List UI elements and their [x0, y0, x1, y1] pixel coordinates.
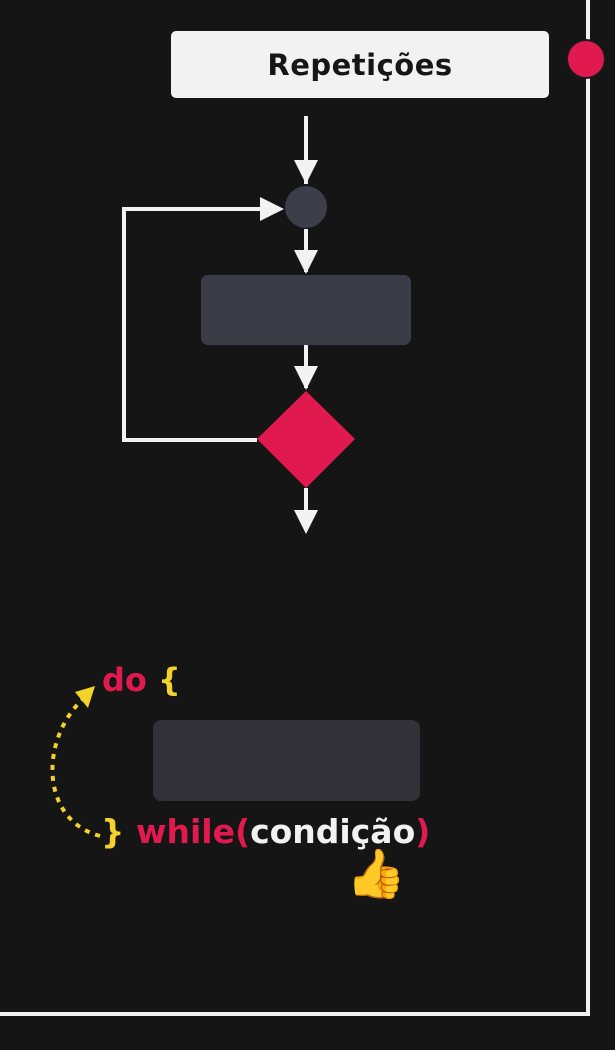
flowchart: [50, 116, 411, 838]
open-brace: {: [158, 661, 181, 699]
entry-arrow-head: [294, 160, 318, 184]
thumbs-up-icon: 👍: [346, 846, 406, 902]
dotted-loop-arrow-head: [75, 686, 95, 708]
do-line: do {: [102, 661, 181, 699]
do-keyword: do: [102, 661, 147, 699]
while-keyword: while: [136, 812, 235, 851]
exit-arrow-head: [294, 510, 318, 534]
decision-diamond: [257, 391, 355, 488]
arrow-to-decision-head: [294, 366, 318, 390]
loop-body-block: [153, 720, 420, 801]
process-block: [201, 275, 411, 345]
open-paren: (: [234, 812, 251, 851]
close-paren: ): [415, 812, 431, 851]
dotted-loop-arrow: [50, 698, 101, 838]
arrow-to-process-head: [294, 250, 318, 274]
junction-node: [285, 186, 327, 228]
close-brace: }: [101, 812, 125, 851]
loop-back-arrow-head: [260, 197, 284, 221]
